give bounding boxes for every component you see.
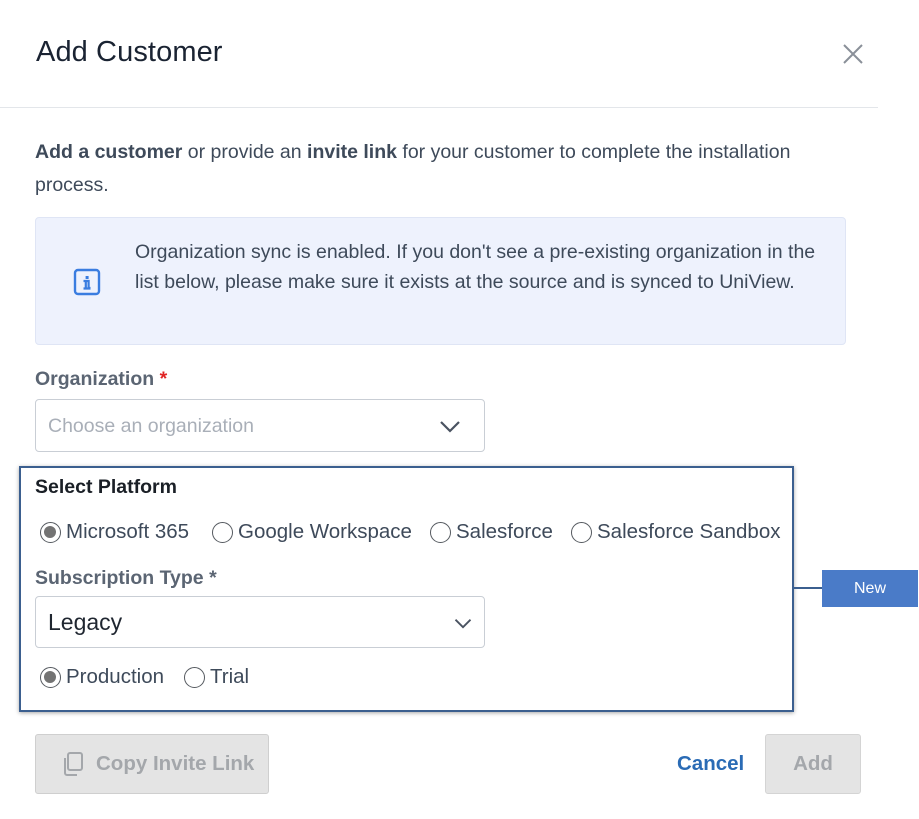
- callout-connector: [794, 587, 822, 589]
- radio-label: Trial: [210, 665, 250, 688]
- info-banner: Organization sync is enabled. If you don…: [35, 217, 846, 345]
- select-platform-label: Select Platform: [35, 476, 177, 498]
- radio-trial[interactable]: Trial: [184, 665, 249, 689]
- radio-label: Production: [66, 665, 165, 688]
- intro-add-customer: Add a customer: [35, 141, 183, 163]
- info-icon: [73, 268, 101, 296]
- radio-circle[interactable]: [40, 666, 61, 688]
- close-button[interactable]: [839, 40, 867, 68]
- copy-invite-link-button[interactable]: Copy Invite Link: [35, 734, 269, 794]
- subscription-type-label: Subscription Type *: [35, 567, 217, 589]
- organization-label: Organization *: [35, 368, 167, 391]
- intro-connector: or provide an: [182, 141, 308, 163]
- close-icon: [843, 44, 863, 64]
- radio-circle[interactable]: [430, 521, 451, 543]
- radio-label: Salesforce Sandbox: [597, 520, 781, 543]
- organization-select[interactable]: Choose an organization: [35, 399, 485, 452]
- new-callout-badge: New: [822, 570, 918, 607]
- radio-circle[interactable]: [212, 521, 233, 543]
- organization-label-text: Organization: [35, 368, 155, 390]
- organization-placeholder: Choose an organization: [48, 415, 254, 437]
- radio-label: Google Workspace: [238, 520, 412, 543]
- subscription-type-value: Legacy: [48, 609, 123, 635]
- required-mark: *: [159, 368, 168, 390]
- header-divider: [0, 107, 878, 108]
- radio-salesforce[interactable]: Salesforce: [430, 520, 553, 544]
- cancel-button[interactable]: Cancel: [677, 752, 744, 776]
- intro-text: Add a customer or provide an invite link…: [35, 136, 795, 202]
- radio-label: Salesforce: [456, 520, 553, 543]
- radio-microsoft-365[interactable]: Microsoft 365: [40, 520, 189, 544]
- radio-salesforce-sandbox[interactable]: Salesforce Sandbox: [571, 520, 780, 544]
- radio-production[interactable]: Production: [40, 665, 164, 689]
- copy-invite-link-label: Copy Invite Link: [96, 752, 255, 775]
- chevron-down-icon: [440, 421, 460, 433]
- copy-icon: [64, 752, 83, 776]
- radio-label: Microsoft 365: [66, 520, 190, 543]
- intro-invite-link: invite link: [307, 141, 397, 163]
- dialog-title: Add Customer: [36, 36, 223, 68]
- subscription-type-select[interactable]: Legacy: [35, 596, 485, 648]
- chevron-down-icon: [454, 619, 472, 629]
- radio-circle[interactable]: [571, 521, 592, 543]
- radio-circle[interactable]: [184, 666, 205, 688]
- add-button[interactable]: Add: [765, 734, 861, 794]
- info-text: Organization sync is enabled. If you don…: [135, 241, 816, 293]
- radio-google-workspace[interactable]: Google Workspace: [212, 520, 412, 544]
- radio-circle[interactable]: [40, 521, 61, 543]
